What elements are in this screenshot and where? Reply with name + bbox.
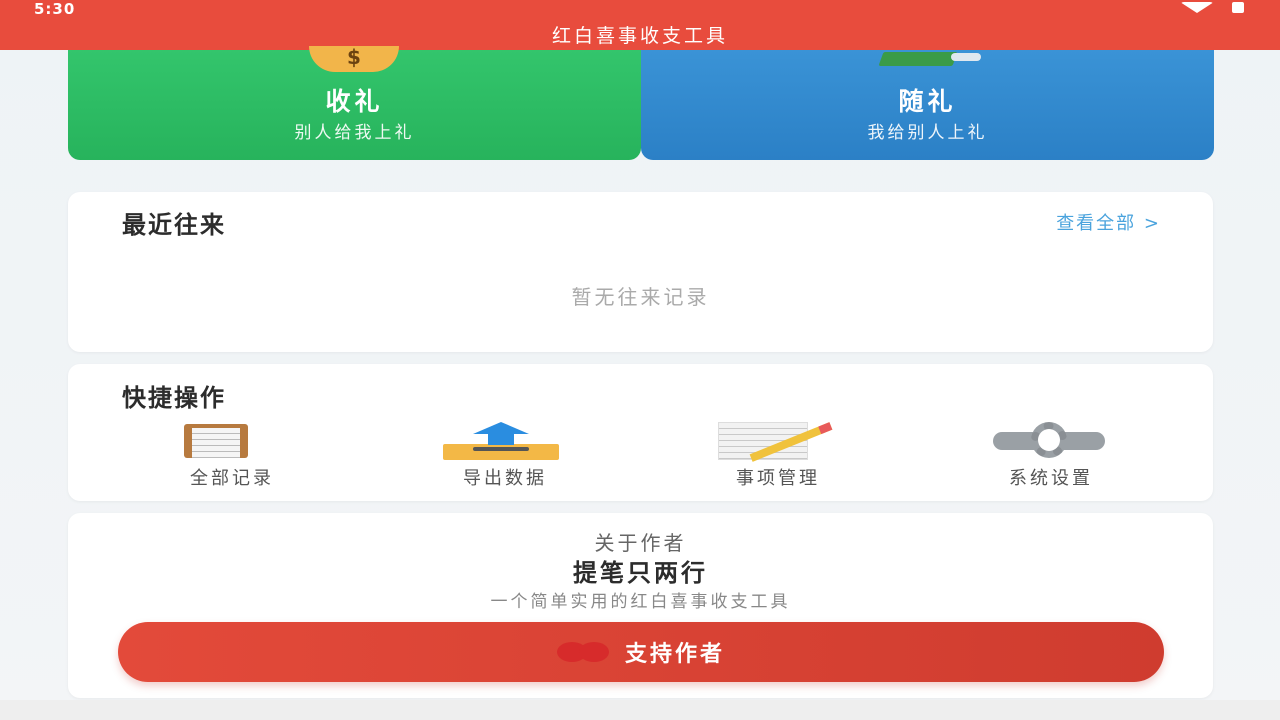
money-bag-icon: $ xyxy=(309,46,399,72)
notepad-pencil-icon xyxy=(718,422,834,462)
clipboard-icon xyxy=(184,424,248,458)
app-description: 一个简单实用的红白喜事收支工具 xyxy=(490,592,791,612)
author-name: 提笔只两行 xyxy=(573,559,708,587)
recent-transactions-card: 最近往来 查看全部 > 暂无往来记录 xyxy=(68,192,1213,352)
quick-actions-card: 快捷操作 全部记录 导出数据 事项管理 系统设置 xyxy=(68,364,1213,501)
system-settings-label: 系统设置 xyxy=(1009,468,1093,489)
quick-actions-list: 全部记录 导出数据 事项管理 系统设置 xyxy=(150,422,1133,492)
app-bar: 5:30 红白喜事收支工具 xyxy=(0,0,1280,50)
export-data-button[interactable]: 导出数据 xyxy=(423,422,587,492)
support-author-label: 支持作者 xyxy=(624,642,725,667)
app-title: 红白喜事收支工具 xyxy=(551,25,728,47)
recent-heading: 最近往来 xyxy=(122,211,226,239)
view-all-link[interactable]: 查看全部 > xyxy=(1056,209,1161,235)
receive-gift-subtitle: 别人给我上礼 xyxy=(294,123,415,143)
give-gift-title: 随礼 xyxy=(898,87,957,116)
receive-gift-button[interactable]: $ 收礼 别人给我上礼 xyxy=(68,46,641,160)
empty-state-text: 暂无往来记录 xyxy=(571,285,710,309)
receive-gift-title: 收礼 xyxy=(325,87,384,116)
all-records-label: 全部记录 xyxy=(190,468,274,489)
flying-money-icon xyxy=(878,50,981,68)
give-gift-subtitle: 我给别人上礼 xyxy=(867,123,988,143)
event-management-label: 事项管理 xyxy=(736,468,820,489)
support-author-button[interactable]: 支持作者 xyxy=(118,622,1164,682)
all-records-button[interactable]: 全部记录 xyxy=(150,422,314,492)
quick-actions-heading: 快捷操作 xyxy=(122,384,226,412)
event-management-button[interactable]: 事项管理 xyxy=(696,422,860,492)
bottom-nav-area xyxy=(0,700,1280,720)
export-data-label: 导出数据 xyxy=(463,468,547,489)
about-label: 关于作者 xyxy=(594,531,687,555)
wifi-icon xyxy=(1180,2,1214,13)
export-icon xyxy=(443,422,559,460)
status-time: 5:30 xyxy=(34,0,76,18)
heart-icon xyxy=(556,642,609,662)
system-settings-button[interactable]: 系统设置 xyxy=(969,422,1133,492)
about-author-card: 关于作者 提笔只两行 一个简单实用的红白喜事收支工具 支持作者 xyxy=(68,513,1213,698)
gear-icon xyxy=(993,422,1105,458)
battery-icon xyxy=(1232,2,1244,13)
give-gift-button[interactable]: 随礼 我给别人上礼 xyxy=(641,50,1214,160)
status-icons xyxy=(1180,2,1244,13)
